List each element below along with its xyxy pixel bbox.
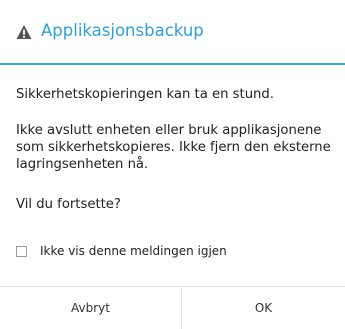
dont-show-again-label[interactable]: Ikke vis denne meldingen igjen: [40, 243, 227, 259]
cancel-button[interactable]: Avbryt: [0, 287, 181, 329]
dialog-title: Applikasjonsbackup: [41, 21, 204, 40]
dialog-header: Applikasjonsbackup: [0, 0, 345, 63]
message-warning: Ikke avslutt enheten eller bruk applikas…: [16, 123, 331, 172]
backup-dialog: Applikasjonsbackup Sikkerhetskopieringen…: [0, 0, 345, 329]
message-confirm-question: Vil du fortsette?: [16, 197, 121, 212]
dont-show-again-row[interactable]: Ikke vis denne meldingen igjen: [16, 242, 227, 260]
dont-show-again-checkbox[interactable]: [16, 245, 27, 257]
title-divider: [0, 63, 345, 65]
message-duration: Sikkerhetskopieringen kan ta en stund.: [16, 87, 274, 102]
warning-icon: [16, 25, 32, 39]
ok-button[interactable]: OK: [182, 287, 345, 329]
